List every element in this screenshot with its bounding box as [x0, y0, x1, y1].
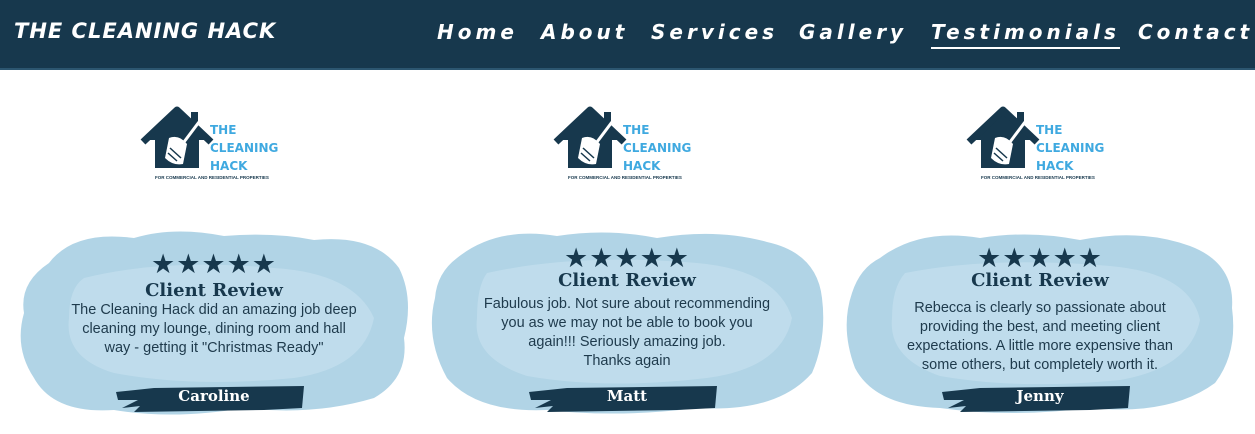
- review-line: Rebecca is clearly so passionate about: [914, 300, 1166, 316]
- reviewer-name: Matt: [606, 387, 648, 405]
- logo-tagline: FOR COMMERCIAL AND RESIDENTIAL PROPERTIE…: [981, 175, 1095, 180]
- logo-wordmark: THE CLEANING HACK: [210, 121, 290, 175]
- nav-home[interactable]: Home: [437, 20, 518, 47]
- nav-about[interactable]: About: [541, 20, 628, 47]
- review-title: Client Review: [971, 270, 1109, 291]
- star-rating: ★★★★★: [150, 249, 278, 279]
- company-logo: THE CLEANING HACK FOR COMMERCIAL AND RES…: [552, 106, 702, 180]
- nav-testimonials[interactable]: Testimonials: [931, 20, 1120, 49]
- review-line: way - getting it "Christmas Ready": [104, 340, 324, 356]
- review-line: Fabulous job. Not sure about recommendin…: [483, 296, 771, 312]
- reviewer-banner: Caroline: [114, 382, 314, 414]
- review-line: Thanks again: [583, 353, 671, 369]
- logo-line: HACK: [210, 159, 248, 173]
- logo-wordmark: THE CLEANING HACK: [1036, 121, 1116, 175]
- review-text: Rebecca is clearly so passionate about p…: [875, 299, 1205, 375]
- review-title: Client Review: [145, 280, 283, 301]
- site-header: THE CLEANING HACK Home About Services Ga…: [0, 0, 1255, 70]
- review-line: cleaning my lounge, dining room and hall: [82, 321, 346, 337]
- nav-gallery[interactable]: Gallery: [799, 20, 907, 47]
- star-rating: ★★★★★: [976, 243, 1104, 273]
- logo-line: CLEANING: [623, 141, 692, 155]
- logo-line: CLEANING: [1036, 141, 1105, 155]
- reviewer-banner: Jenny: [940, 382, 1140, 414]
- review-text: Fabulous job. Not sure about recommendin…: [462, 295, 792, 371]
- review-line: again!!! Seriously amazing job.: [528, 334, 726, 350]
- logo-line: CLEANING: [210, 141, 279, 155]
- review-text: The Cleaning Hack did an amazing job dee…: [49, 301, 379, 358]
- star-rating: ★★★★★: [563, 243, 691, 273]
- review-card: THE CLEANING HACK FOR COMMERCIAL AND RES…: [427, 100, 827, 420]
- review-line: some others, but completely worth it.: [921, 357, 1159, 373]
- logo-line: HACK: [1036, 159, 1074, 173]
- review-line: expectations. A little more expensive th…: [907, 338, 1173, 354]
- review-line: you as we may not be able to book you: [501, 315, 753, 331]
- review-line: The Cleaning Hack did an amazing job dee…: [71, 302, 357, 318]
- house-broom-icon: [966, 106, 1040, 168]
- review-title: Client Review: [558, 270, 696, 291]
- nav-contact[interactable]: Contact: [1138, 20, 1253, 47]
- logo-tagline: FOR COMMERCIAL AND RESIDENTIAL PROPERTIE…: [568, 175, 682, 180]
- house-broom-icon: [553, 106, 627, 168]
- reviewer-banner: Matt: [527, 382, 727, 414]
- logo-tagline: FOR COMMERCIAL AND RESIDENTIAL PROPERTIE…: [155, 175, 269, 180]
- house-broom-icon: [140, 106, 214, 168]
- company-logo: THE CLEANING HACK FOR COMMERCIAL AND RES…: [139, 106, 289, 180]
- logo-line: THE: [1036, 123, 1063, 137]
- nav-services[interactable]: Services: [651, 20, 778, 47]
- review-card: THE CLEANING HACK FOR COMMERCIAL AND RES…: [14, 100, 414, 420]
- logo-line: THE: [623, 123, 650, 137]
- main-nav: Home About Services Gallery Testimonials…: [0, 20, 1255, 50]
- logo-line: HACK: [623, 159, 661, 173]
- logo-line: THE: [210, 123, 237, 137]
- reviewer-name: Jenny: [1016, 387, 1064, 405]
- review-card: THE CLEANING HACK FOR COMMERCIAL AND RES…: [840, 100, 1240, 420]
- review-line: providing the best, and meeting client: [919, 319, 1161, 335]
- reviewer-name: Caroline: [178, 387, 250, 405]
- company-logo: THE CLEANING HACK FOR COMMERCIAL AND RES…: [965, 106, 1115, 180]
- logo-wordmark: THE CLEANING HACK: [623, 121, 703, 175]
